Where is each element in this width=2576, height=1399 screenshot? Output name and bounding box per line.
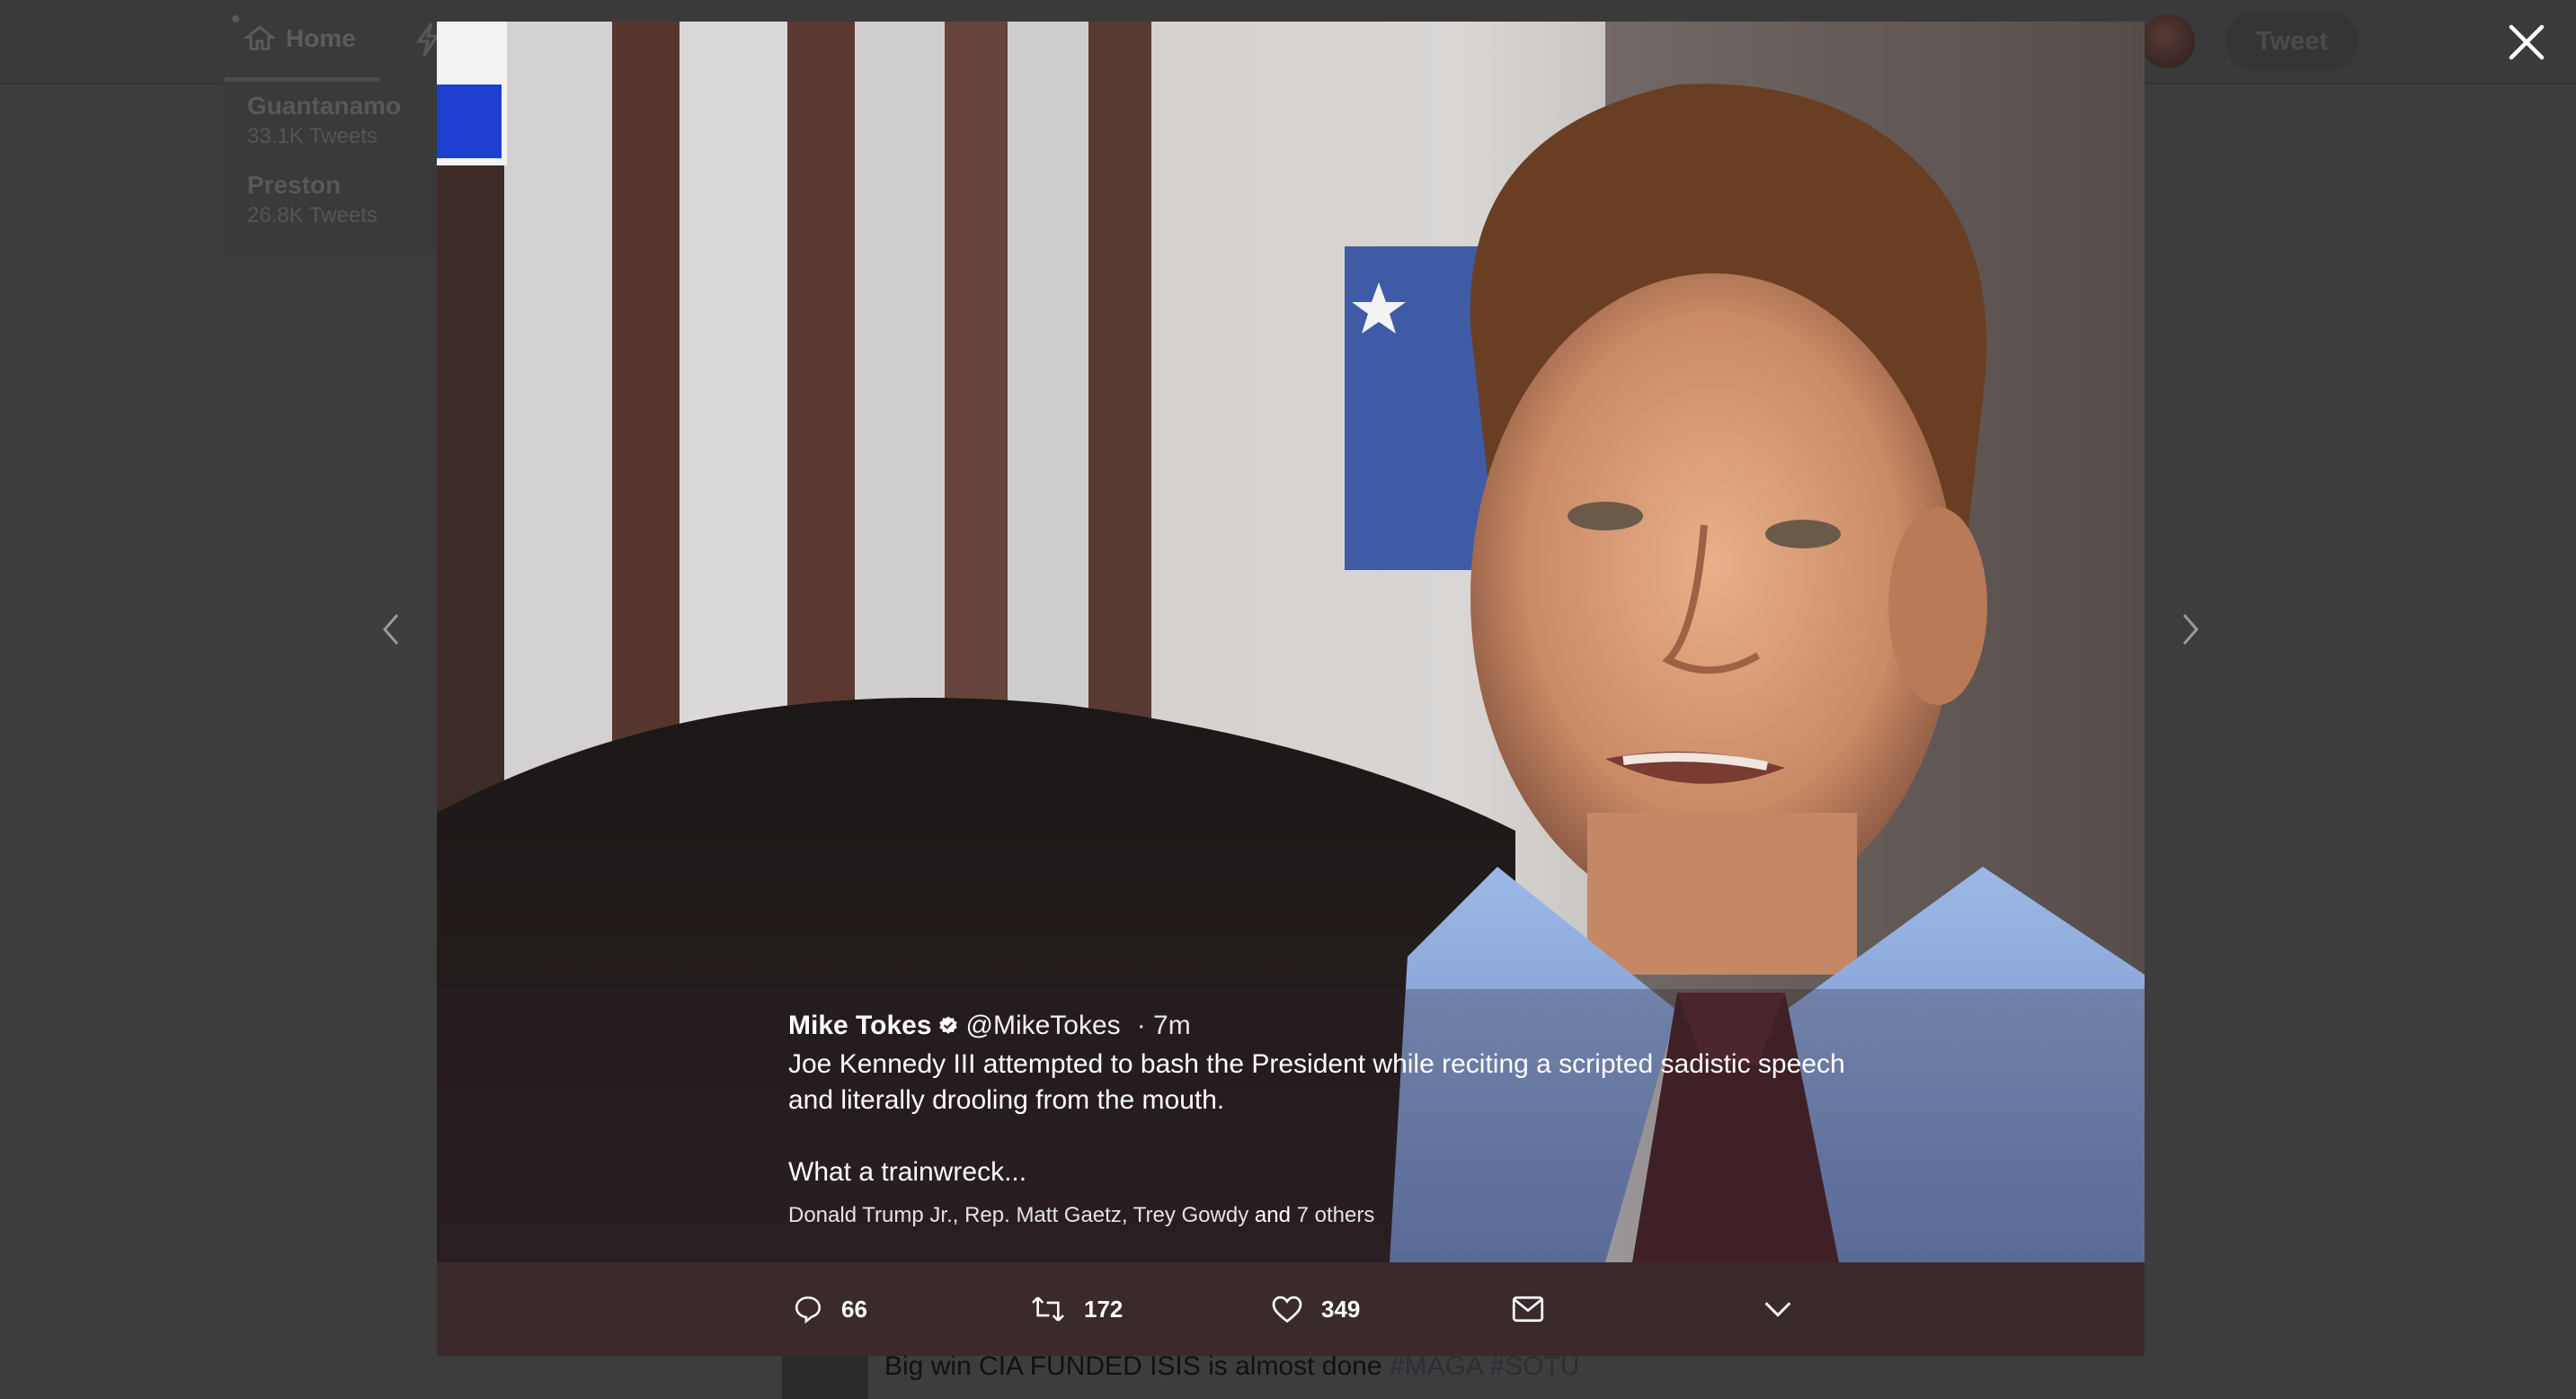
trend-name: Guantanamo [247,92,402,120]
tweet-text-line: and literally drooling from the mouth. [788,1085,1225,1115]
nav-home-label: Home [286,24,356,52]
trend-name: Preston [247,171,342,199]
liked-by-others-link[interactable]: 7 others [1297,1203,1375,1227]
previous-media-button[interactable] [379,611,403,647]
chevron-left-icon [383,614,399,645]
nav-home-link[interactable]: Home [244,23,356,54]
home-icon [244,25,275,50]
tweet-text-line: What a trainwreck... [788,1157,1027,1187]
tweet-action-bar: 66 172 349 [437,1262,2145,1356]
chevron-right-icon [2182,614,2198,645]
more-options-button[interactable] [1763,1262,1792,1356]
reply-count: 66 [841,1295,867,1323]
retweet-button[interactable]: 172 [1030,1262,1123,1356]
trends-panel: Guantanamo 33.1K Tweets Preston 26.8K Tw… [223,83,439,254]
trend-count: 33.1K Tweets [247,124,378,148]
nav-active-underline [225,77,379,82]
liked-by-and: and [1248,1203,1297,1227]
tweet-text: Joe Kennedy III attempted to bash the Pr… [788,1047,1921,1190]
close-icon [2509,24,2545,60]
retweet-count: 172 [1084,1295,1124,1323]
verified-badge-icon [938,1016,957,1034]
liked-by-names[interactable]: Donald Trump Jr., Rep. Matt Gaetz, Trey … [788,1203,1248,1227]
heart-icon [1272,1296,1302,1323]
chevron-down-icon [1764,1302,1791,1317]
tweet-timestamp[interactable]: · 7m [1137,1011,1191,1041]
mail-icon [1512,1296,1544,1323]
tweet-caption: Mike Tokes @MikeTokes · 7m Joe Kennedy I… [788,1011,1921,1228]
compose-tweet-button[interactable]: Tweet [2225,12,2358,71]
direct-message-button[interactable] [1512,1262,1544,1356]
next-media-button[interactable] [2179,611,2202,647]
like-count: 349 [1321,1295,1361,1323]
account-avatar[interactable] [2141,14,2195,68]
tweet-text-line: Joe Kennedy III attempted to bash the Pr… [788,1049,1845,1079]
tweet-header: Mike Tokes @MikeTokes · 7m [788,1011,1921,1041]
trend-item[interactable]: Guantanamo 33.1K Tweets [247,92,401,149]
reply-icon [795,1296,822,1324]
close-modal-button[interactable] [2508,23,2545,61]
trend-count: 26.8K Tweets [247,203,378,227]
trend-item[interactable]: Preston 26.8K Tweets [247,171,378,228]
media-viewer-modal: Mike Tokes @MikeTokes · 7m Joe Kennedy I… [437,22,2145,1356]
author-handle[interactable]: @MikeTokes [966,1011,1121,1041]
timeline-tweet-text: Big win CIA FUNDED ISIS is almost done #… [884,1351,1580,1382]
retweet-icon [1032,1297,1064,1322]
reply-button[interactable]: 66 [793,1262,867,1356]
notification-dot [232,15,239,22]
author-name[interactable]: Mike Tokes [788,1011,932,1041]
like-button[interactable]: 349 [1271,1262,1360,1356]
liked-by-summary: Donald Trump Jr., Rep. Matt Gaetz, Trey … [788,1203,1921,1228]
